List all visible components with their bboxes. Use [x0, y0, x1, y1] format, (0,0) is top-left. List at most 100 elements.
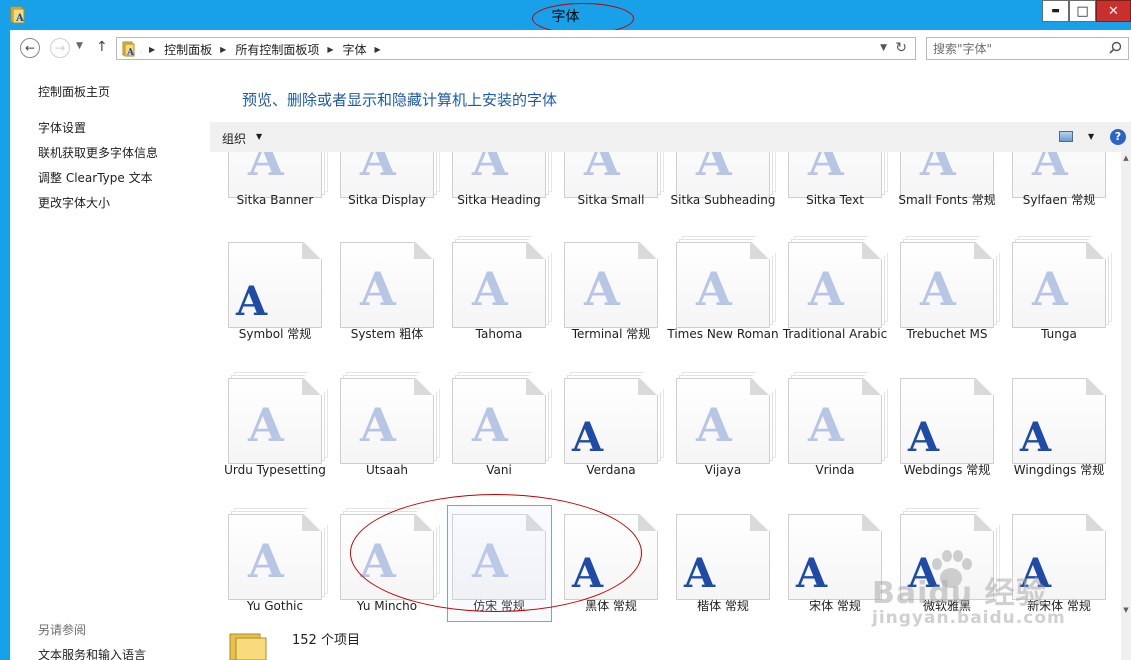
font-tile-label: Trebuchet MS	[906, 327, 988, 341]
organize-button[interactable]: 组织	[222, 130, 246, 147]
folder-font-icon	[229, 633, 267, 660]
font-tile-label: Sitka Small	[577, 193, 645, 207]
font-tile-label: 新宋体 常规	[1027, 599, 1091, 613]
font-tile[interactable]: A Yu Gothic	[222, 508, 328, 622]
font-tile[interactable]: A Trebuchet MS	[894, 236, 1000, 370]
font-tile[interactable]: A Urdu Typesetting	[222, 372, 328, 506]
breadcrumb-separator-icon[interactable]: ▶	[375, 45, 381, 54]
font-tile[interactable]: A Tunga	[1006, 236, 1112, 370]
font-tile[interactable]: A Utsaah	[334, 372, 440, 506]
font-letter-a-icon: A	[1032, 152, 1068, 186]
minimize-icon: ▬	[1051, 5, 1060, 16]
breadcrumb-separator-icon[interactable]: ▶	[149, 45, 155, 54]
vertical-scrollbar[interactable]: ▲ ▼	[1121, 152, 1131, 660]
font-tile[interactable]: A Small Fonts 常规	[894, 152, 1000, 240]
font-preview: A	[1012, 378, 1106, 464]
font-tile[interactable]: A Tahoma	[446, 236, 552, 370]
font-letter-a-icon: A	[796, 550, 828, 597]
font-tile[interactable]: A 微软雅黑	[894, 508, 1000, 622]
font-tile[interactable]: A 宋体 常规	[782, 512, 888, 622]
font-tile[interactable]: A Wingdings 常规	[1006, 376, 1112, 506]
up-arrow-icon[interactable]: ↑	[96, 39, 108, 55]
font-tile-label: Vrinda	[815, 463, 855, 477]
search-icon[interactable]	[1109, 41, 1122, 54]
font-tile[interactable]: A 新宋体 常规	[1006, 512, 1112, 622]
font-preview: A	[788, 372, 888, 464]
breadcrumb-control-panel[interactable]: 控制面板	[164, 41, 212, 58]
font-letter-a-icon: A	[1020, 550, 1052, 597]
font-tile[interactable]: A Sitka Text	[782, 152, 888, 240]
font-tile[interactable]: A Verdana	[558, 372, 664, 506]
command-bar: 组织 ▼ ▼ ?	[210, 122, 1131, 152]
font-tile[interactable]: A Terminal 常规	[558, 240, 664, 370]
search-box[interactable]	[926, 37, 1129, 60]
recent-locations-chevron-icon[interactable]: ▼	[76, 41, 83, 51]
font-tile[interactable]: A 楷体 常规	[670, 512, 776, 622]
refresh-icon[interactable]: ↻	[895, 40, 907, 56]
sidebar-link-font-settings[interactable]: 字体设置	[38, 119, 86, 136]
item-count: 152 个项目	[292, 633, 360, 648]
font-tile-label: System 粗体	[350, 327, 424, 341]
minimize-button[interactable]: ▬	[1042, 0, 1069, 22]
font-tile-label: Verdana	[586, 463, 636, 477]
sidebar-link-online-font-info[interactable]: 联机获取更多字体信息	[38, 144, 158, 161]
font-tile[interactable]: A Vrinda	[782, 372, 888, 506]
font-tile[interactable]: A Sitka Small	[558, 152, 664, 240]
font-tile[interactable]: A Traditional Arabic	[782, 236, 888, 370]
address-bar[interactable]: A ▶ 控制面板 ▶ 所有控制面板项 ▶ 字体 ▶ ▼ ↻	[116, 37, 916, 60]
font-tile[interactable]: A Sylfaen 常规	[1006, 152, 1112, 240]
breadcrumb-fonts[interactable]: 字体	[343, 41, 367, 58]
arrow-left-icon: ←	[24, 41, 36, 55]
font-tile[interactable]: A System 粗体	[334, 240, 440, 370]
font-tile[interactable]: A Vijaya	[670, 372, 776, 506]
address-dropdown-chevron-icon[interactable]: ▼	[880, 43, 887, 53]
maximize-button[interactable]: □	[1069, 0, 1096, 22]
font-preview: A	[564, 372, 664, 464]
font-tile-label: Tahoma	[475, 327, 523, 341]
breadcrumb-separator-icon[interactable]: ▶	[327, 45, 333, 54]
font-letter-a-icon: A	[808, 262, 844, 316]
font-tile[interactable]: A Symbol 常规	[222, 240, 328, 370]
font-tile[interactable]: A Vani	[446, 372, 552, 506]
font-tile-label: Urdu Typesetting	[224, 463, 326, 477]
font-preview: A	[788, 514, 882, 600]
navigation-bar: ← → ▼ ↑ A ▶ 控制面板 ▶ 所有控制面板项 ▶ 字体 ▶ ▼ ↻	[10, 30, 1131, 66]
font-tile[interactable]: A Sitka Banner	[222, 152, 328, 240]
font-letter-a-icon: A	[360, 262, 396, 316]
font-preview: A	[788, 236, 888, 328]
font-tile-label: Times New Roman	[667, 327, 779, 341]
font-preview: A	[564, 242, 658, 328]
font-tile[interactable]: A Sitka Display	[334, 152, 440, 240]
scroll-up-icon[interactable]: ▲	[1121, 154, 1131, 162]
font-tile[interactable]: A Sitka Heading	[446, 152, 552, 240]
sidebar-link-cleartype[interactable]: 调整 ClearType 文本	[38, 169, 153, 186]
sidebar-link-font-size[interactable]: 更改字体大小	[38, 194, 110, 211]
back-button[interactable]: ←	[20, 38, 40, 58]
font-tile[interactable]: A Times New Roman	[667, 236, 779, 370]
font-tile-label: Symbol 常规	[238, 327, 312, 341]
sidebar-link-text-services[interactable]: 文本服务和输入语言	[38, 646, 146, 660]
help-icon[interactable]: ?	[1110, 129, 1126, 145]
scroll-down-icon[interactable]: ▼	[1121, 606, 1131, 614]
view-options-icon[interactable]	[1059, 131, 1073, 142]
font-preview: A	[1012, 514, 1106, 600]
font-letter-a-icon: A	[248, 152, 284, 186]
window-border	[0, 30, 10, 660]
font-preview: A	[900, 378, 994, 464]
close-button[interactable]: ✕	[1096, 0, 1131, 22]
organize-dropdown-icon[interactable]: ▼	[256, 132, 262, 141]
font-tile[interactable]: A Webdings 常规	[894, 376, 1000, 506]
breadcrumb-all-items[interactable]: 所有控制面板项	[235, 41, 319, 58]
font-tile-label: 微软雅黑	[922, 599, 971, 613]
breadcrumb: ▶ 控制面板 ▶ 所有控制面板项 ▶ 字体 ▶	[141, 41, 390, 58]
forward-button[interactable]: →	[50, 38, 70, 58]
font-tile[interactable]: A Sitka Subheading	[670, 152, 776, 240]
annotation-ellipse	[350, 494, 642, 612]
font-letter-a-icon: A	[584, 262, 620, 316]
search-input[interactable]	[933, 41, 1103, 57]
sidebar-link-control-panel-home[interactable]: 控制面板主页	[38, 83, 110, 100]
see-also-heading: 另请参阅	[38, 623, 87, 637]
breadcrumb-separator-icon[interactable]: ▶	[220, 45, 226, 54]
font-letter-a-icon: A	[920, 262, 956, 316]
view-dropdown-icon[interactable]: ▼	[1088, 132, 1094, 141]
